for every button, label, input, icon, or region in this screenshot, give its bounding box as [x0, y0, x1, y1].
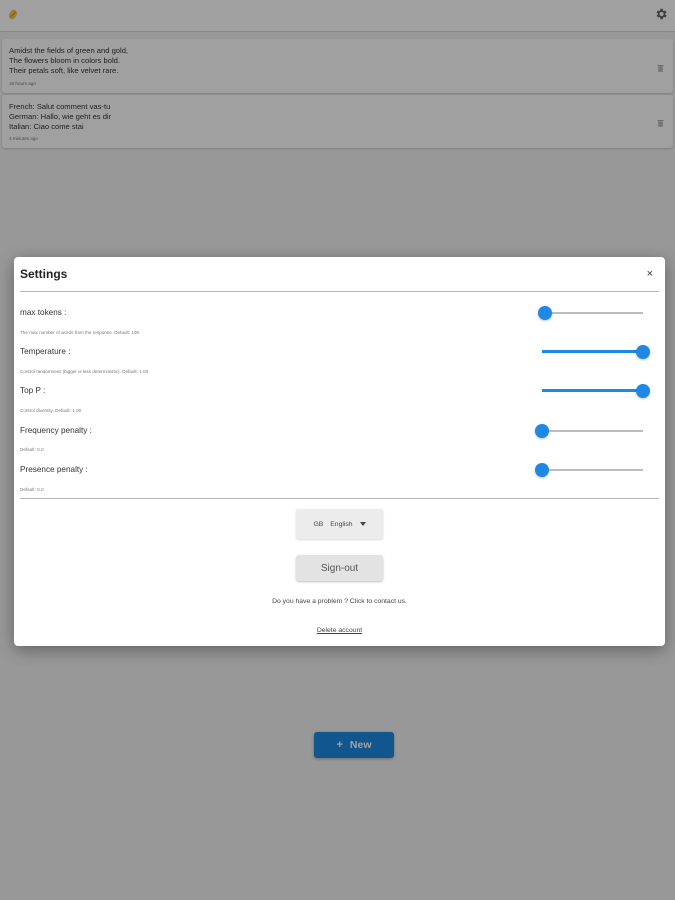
top-p-label: Top P : — [20, 386, 46, 395]
caret-down-icon — [359, 522, 366, 526]
flag-label: GB — [313, 520, 324, 528]
slider-thumb[interactable] — [535, 463, 549, 477]
slider-thumb[interactable] — [636, 384, 650, 398]
language-value: English — [330, 520, 353, 528]
top-p-slider[interactable] — [542, 384, 650, 398]
frequency-penalty-description: Default: 0.0 — [20, 447, 44, 452]
settings-dialog: Settings × max tokens : The max number o… — [14, 257, 665, 646]
slider-thumb[interactable] — [535, 424, 549, 438]
divider — [20, 291, 659, 292]
presence-penalty-label: Presence penalty : — [20, 465, 88, 474]
slider-thumb[interactable] — [636, 345, 650, 359]
temperature-label: Temperature : — [20, 347, 71, 356]
presence-penalty-description: Default: 0.0 — [20, 487, 44, 492]
temperature-slider[interactable] — [542, 345, 650, 359]
close-icon[interactable]: × — [647, 268, 653, 280]
contact-link[interactable]: Do you have a problem ? Click to contact… — [14, 598, 665, 605]
dialog-title: Settings — [20, 267, 68, 281]
frequency-penalty-slider[interactable] — [535, 424, 643, 438]
frequency-penalty-label: Frequency penalty : — [20, 426, 92, 435]
language-select[interactable]: GB English — [296, 509, 383, 539]
divider — [20, 498, 659, 499]
max-tokens-slider[interactable] — [538, 306, 643, 320]
max-tokens-description: The max number of words from the respons… — [20, 330, 139, 335]
slider-thumb[interactable] — [538, 306, 553, 320]
max-tokens-label: max tokens : — [20, 308, 67, 317]
top-p-description: Control diversity. Default: 1.00 — [20, 408, 82, 413]
temperature-description: Control randomness (bigger is less deter… — [20, 369, 149, 374]
presence-penalty-slider[interactable] — [535, 463, 643, 477]
delete-account-link[interactable]: Delete account — [14, 627, 665, 634]
sign-out-button[interactable]: Sign-out — [296, 555, 383, 581]
